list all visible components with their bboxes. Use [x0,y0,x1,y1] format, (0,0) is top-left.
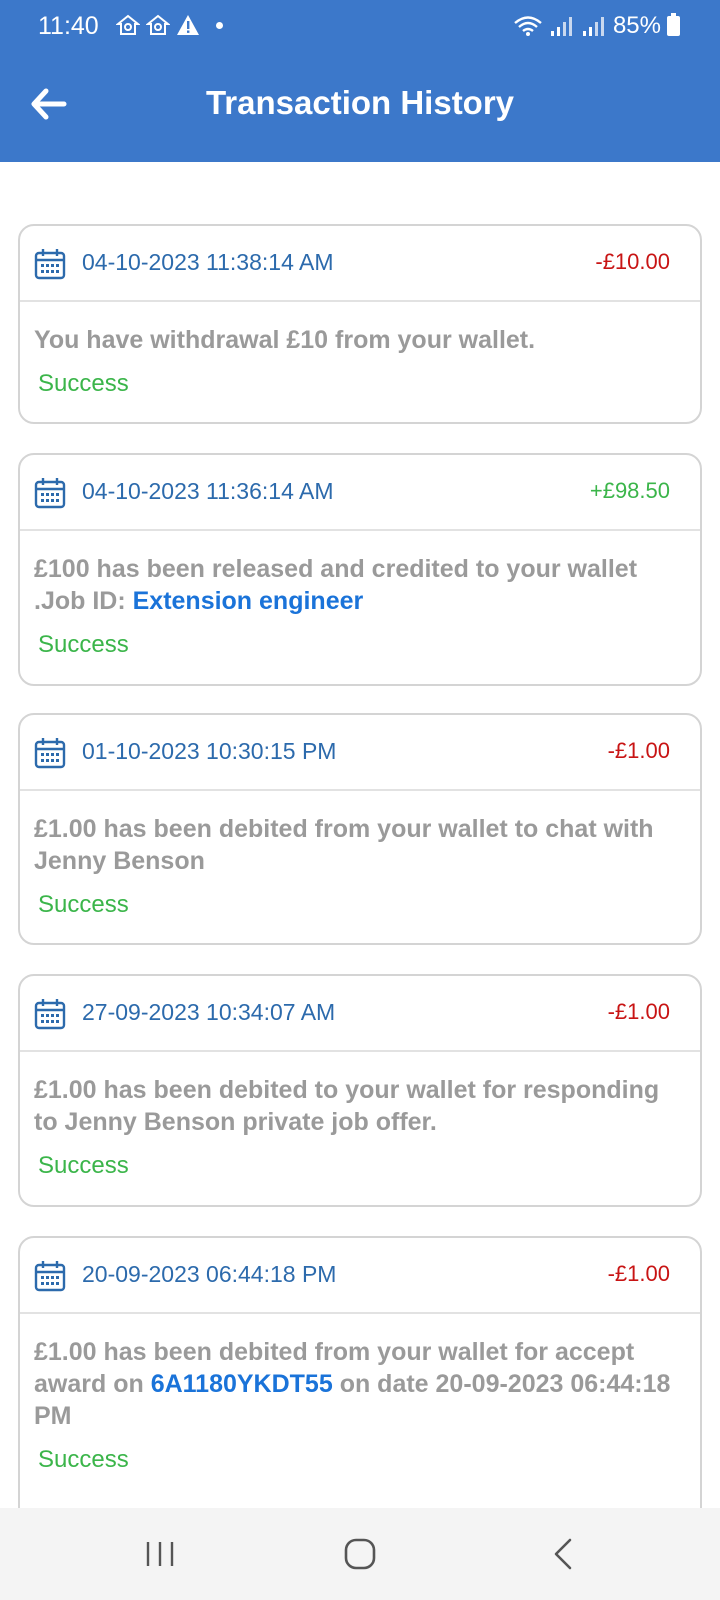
transaction-amount: -£1.00 [607,999,670,1024]
battery-percentage: 85% [612,12,661,39]
home-button[interactable] [340,1534,380,1574]
page-title: Transaction History [205,84,515,121]
home-notification-icon [116,14,140,35]
transaction-card: 04-10-2023 11:36:14 AM +£98.50 £100 has … [18,453,702,686]
transaction-date: 27-09-2023 10:34:07 AM [82,999,336,1025]
transaction-description: £100 has been released and credited to y… [34,553,686,617]
signal-icon [550,17,572,36]
transaction-header: 04-10-2023 11:36:14 AM +£98.50 [20,455,700,531]
transaction-status: Success [38,370,129,397]
transaction-amount: -£1.00 [607,738,670,763]
award-link[interactable]: 6A1180YKDT55 [151,1370,333,1398]
home-icon [344,1538,376,1570]
wifi-icon [514,16,542,36]
transaction-status: Success [38,1446,129,1473]
transaction-description: You have withdrawal £10 from your wallet… [34,326,536,354]
transaction-card: 04-10-2023 11:38:14 AM -£10.00 You have … [18,224,702,424]
status-time: 11:40 [38,12,99,40]
signal-icon [582,17,604,36]
recents-button[interactable] [140,1534,180,1574]
more-notifications-dot [216,21,223,29]
calendar-icon [34,478,66,509]
transaction-card: 20-09-2023 06:44:18 PM -£1.00 £1.00 has … [18,1236,702,1508]
transaction-header: 20-09-2023 06:44:18 PM -£1.00 [20,1238,700,1314]
system-indicators: 85% [513,12,680,40]
transaction-card: 27-09-2023 10:34:07 AM -£1.00 £1.00 has … [18,974,702,1207]
calendar-icon [34,249,66,280]
transaction-date: 04-10-2023 11:36:14 AM [82,478,334,504]
system-back-button[interactable] [544,1534,584,1574]
notification-icons [116,14,223,36]
transaction-description: £1.00 has been debited from your wallet … [34,1336,686,1432]
recents-icon [146,1542,174,1566]
chevron-left-icon [554,1538,572,1570]
calendar-icon [34,738,66,769]
transaction-header: 01-10-2023 10:30:15 PM -£1.00 [20,715,700,791]
transaction-date: 01-10-2023 10:30:15 PM [82,738,337,764]
transaction-status: Success [38,1152,129,1179]
calendar-icon [34,1261,66,1292]
status-bar: 11:40 85% [0,0,720,52]
battery-icon [667,13,680,36]
system-navigation-bar [0,1508,720,1600]
transaction-date: 20-09-2023 06:44:18 PM [82,1261,337,1287]
transaction-card: 01-10-2023 10:30:15 PM -£1.00 £1.00 has … [18,713,702,945]
warning-icon [177,15,199,35]
transaction-list[interactable]: 04-10-2023 11:38:14 AM -£10.00 You have … [0,162,720,1508]
transaction-description: £1.00 has been debited to your wallet fo… [34,1076,660,1136]
job-link[interactable]: Extension engineer [133,587,364,615]
transaction-amount: -£10.00 [595,249,670,274]
transaction-date: 04-10-2023 11:38:14 AM [82,249,334,275]
home-notification-icon [146,14,170,35]
transaction-header: 04-10-2023 11:38:14 AM -£10.00 [20,226,700,302]
calendar-icon [34,999,66,1030]
transaction-amount: -£1.00 [607,1261,670,1286]
transaction-status: Success [38,891,129,918]
transaction-amount: +£98.50 [589,478,670,503]
transaction-header: 27-09-2023 10:34:07 AM -£1.00 [20,976,700,1052]
app-bar: Transaction History [0,52,720,162]
transaction-status: Success [38,631,129,658]
transaction-description: £1.00 has been debited from your wallet … [34,815,654,875]
